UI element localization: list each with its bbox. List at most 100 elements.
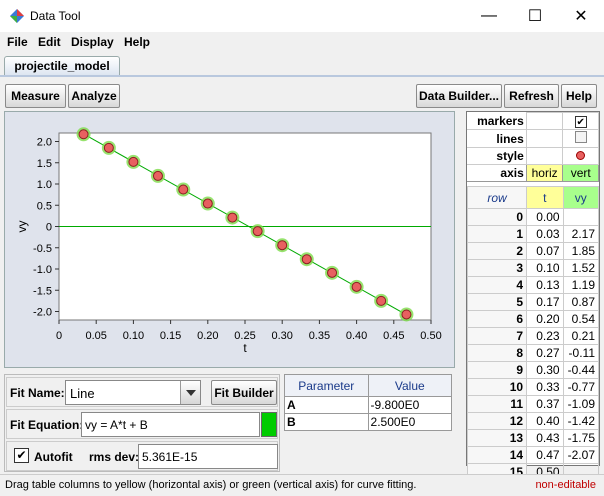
lines-checkbox[interactable] — [574, 131, 587, 143]
table-row[interactable]: 11 0.37 -1.09 — [466, 395, 600, 413]
parameter-header[interactable]: Parameter — [284, 374, 369, 397]
menu-help[interactable]: Help — [124, 35, 150, 49]
t-cell[interactable]: 0.03 — [526, 225, 564, 243]
y-tick-label: -2.0 — [33, 307, 52, 319]
measure-button[interactable]: Measure — [5, 84, 66, 108]
fit-equation-field[interactable]: vy = A*t + B — [81, 412, 260, 437]
marker-style-icon[interactable] — [576, 151, 586, 160]
y-tick-label: -1.0 — [33, 264, 52, 276]
table-row[interactable]: B 2.500E0 — [284, 413, 453, 431]
help-button[interactable]: Help — [561, 84, 597, 108]
minimize-button[interactable]: — — [466, 0, 512, 32]
row-header[interactable]: row — [466, 186, 528, 209]
rms-dev-field: 5.361E-15 — [138, 444, 278, 469]
vy-cell[interactable]: 1.85 — [562, 242, 600, 260]
t-cell[interactable]: 0.13 — [526, 276, 564, 294]
vy-cell[interactable]: -2.07 — [562, 446, 600, 464]
table-row[interactable]: A -9.800E0 — [284, 396, 453, 414]
autofit-checkbox[interactable]: ✔ — [14, 448, 29, 463]
data-point — [202, 198, 213, 209]
vy-cell[interactable]: -1.09 — [562, 395, 600, 413]
vy-cell[interactable]: -0.44 — [562, 361, 600, 379]
t-column-header[interactable]: t — [526, 186, 564, 209]
param-name: A — [284, 396, 369, 414]
vy-cell[interactable]: 0.87 — [562, 293, 600, 311]
axis-vert[interactable]: vert — [562, 164, 599, 182]
fit-builder-button[interactable]: Fit Builder — [211, 380, 277, 405]
row-number: 9 — [466, 361, 528, 379]
menu-file[interactable]: File — [7, 35, 28, 49]
table-row[interactable]: 3 0.10 1.52 — [466, 259, 600, 277]
t-cell[interactable]: 0.10 — [526, 259, 564, 277]
vy-cell[interactable]: -1.75 — [562, 429, 600, 447]
plot-panel[interactable]: 2.0 1.5 1.0 0.5 0 -0.5 -1.0 -1.5 -2.0 0 0.05 0.10 0.… — [4, 111, 455, 368]
param-value[interactable]: 2.500E0 — [367, 413, 453, 431]
param-value[interactable]: -9.800E0 — [367, 396, 453, 414]
vy-cell[interactable]: 1.52 — [562, 259, 600, 277]
x-tick-label: 0.05 — [85, 330, 106, 342]
t-cell[interactable]: 0.17 — [526, 293, 564, 311]
lines-cell[interactable] — [562, 129, 599, 148]
t-cell[interactable]: 0.33 — [526, 378, 564, 396]
vy-cell[interactable]: -1.42 — [562, 412, 600, 430]
t-cell[interactable]: 0.00 — [526, 208, 564, 226]
close-button[interactable]: ✕ — [558, 0, 604, 32]
vy-column-header[interactable]: vy — [562, 186, 600, 209]
refresh-button[interactable]: Refresh — [504, 84, 559, 108]
menu-display[interactable]: Display — [71, 35, 114, 49]
data-point — [301, 254, 312, 265]
t-cell[interactable]: 0.40 — [526, 412, 564, 430]
markers-checkbox[interactable]: ✔ — [574, 116, 587, 128]
data-table-body[interactable]: 0 0.00 1 0.03 2.17 2 0.07 1.85 3 0.10 1.52 4 0.13 1.1… — [466, 208, 600, 481]
vy-cell[interactable]: 0.21 — [562, 327, 600, 345]
title-bar: Data Tool — ☐ ✕ — [0, 0, 604, 32]
value-header[interactable]: Value — [367, 374, 453, 397]
t-cell[interactable]: 0.30 — [526, 361, 564, 379]
axis-horiz[interactable]: horiz — [525, 164, 564, 182]
data-point — [78, 129, 89, 140]
t-cell[interactable]: 0.20 — [526, 310, 564, 328]
data-point — [401, 309, 412, 320]
table-row[interactable]: 6 0.20 0.54 — [466, 310, 600, 328]
scatter-plot[interactable]: 2.01.51.00.50-0.5-1.0-1.5-2.00 0.05 0.10 0.… — [5, 112, 456, 369]
style-label: style — [467, 147, 527, 165]
analyze-button[interactable]: Analyze — [68, 84, 120, 108]
vy-cell[interactable]: -0.77 — [562, 378, 600, 396]
y-tick-label: 2.0 — [37, 137, 52, 149]
table-row[interactable]: 0 0.00 — [466, 208, 600, 226]
parameter-table[interactable]: Parameter Value A -9.800E0 B 2.500E0 — [284, 374, 453, 431]
menu-edit[interactable]: Edit — [38, 35, 61, 49]
maximize-button[interactable]: ☐ — [512, 0, 558, 32]
t-cell[interactable]: 0.37 — [526, 395, 564, 413]
data-builder-button[interactable]: Data Builder... — [416, 84, 502, 108]
table-row[interactable]: 13 0.43 -1.75 — [466, 429, 600, 447]
table-row[interactable]: 12 0.40 -1.42 — [466, 412, 600, 430]
table-row[interactable]: 1 0.03 2.17 — [466, 225, 600, 243]
t-cell[interactable]: 0.07 — [526, 242, 564, 260]
table-row[interactable]: 14 0.47 -2.07 — [466, 446, 600, 464]
t-cell[interactable]: 0.23 — [526, 327, 564, 345]
chevron-down-icon[interactable] — [180, 381, 200, 404]
vy-cell[interactable]: 2.17 — [562, 225, 600, 243]
vy-cell[interactable]: -0.11 — [562, 344, 600, 362]
table-row[interactable]: 9 0.30 -0.44 — [466, 361, 600, 379]
vy-cell[interactable]: 1.19 — [562, 276, 600, 294]
table-row[interactable]: 5 0.17 0.87 — [466, 293, 600, 311]
t-cell[interactable]: 0.43 — [526, 429, 564, 447]
fit-name-dropdown[interactable]: Line — [65, 380, 201, 405]
vy-cell[interactable]: 0.54 — [562, 310, 600, 328]
style-cell[interactable] — [562, 147, 599, 165]
table-row[interactable]: 10 0.33 -0.77 — [466, 378, 600, 396]
markers-cell[interactable]: ✔ — [562, 112, 599, 130]
table-row[interactable]: 8 0.27 -0.11 — [466, 344, 600, 362]
table-row[interactable]: 2 0.07 1.85 — [466, 242, 600, 260]
data-table[interactable]: row t vy 0 0.00 1 0.03 2.17 2 0.07 1.85 3 0.10 1.5… — [466, 186, 600, 481]
t-cell[interactable]: 0.47 — [526, 446, 564, 464]
x-tick-label: 0.50 — [420, 330, 441, 342]
t-cell[interactable]: 0.27 — [526, 344, 564, 362]
tab-projectile-model[interactable]: projectile_model — [4, 56, 120, 76]
table-row[interactable]: 4 0.13 1.19 — [466, 276, 600, 294]
table-row[interactable]: 7 0.23 0.21 — [466, 327, 600, 345]
vy-cell[interactable] — [562, 208, 600, 226]
fit-color-swatch[interactable] — [261, 412, 277, 437]
